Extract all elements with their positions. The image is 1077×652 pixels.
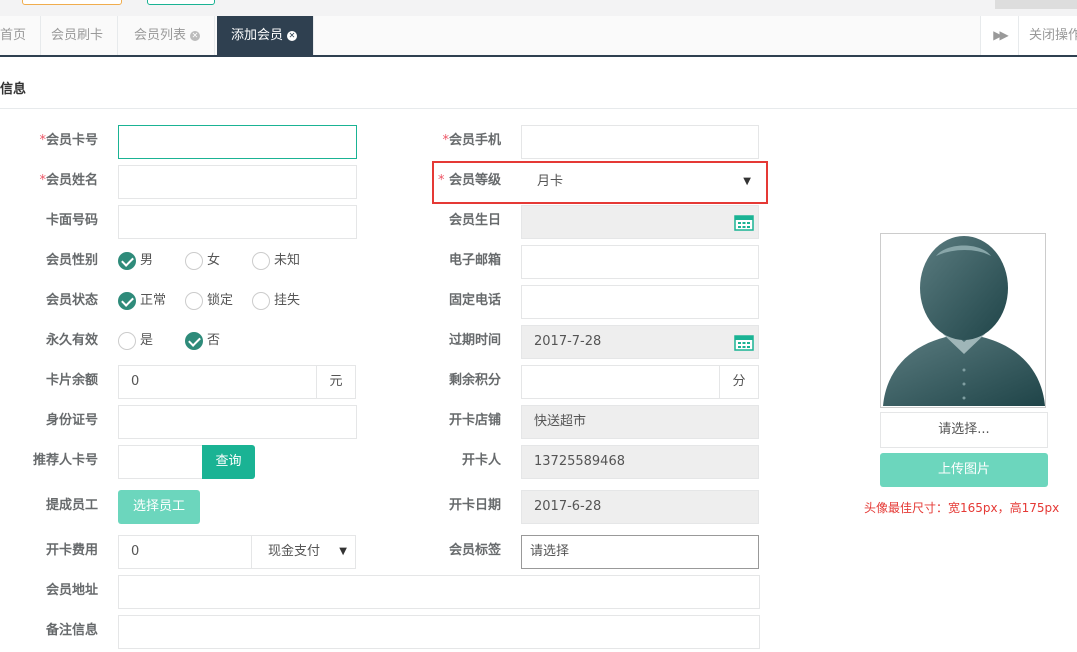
tab-label: 会员刷卡: [51, 28, 104, 43]
tab-member-swipe[interactable]: 会员刷卡: [37, 16, 119, 55]
commission-label: 提成员工: [45, 498, 98, 513]
choose-file-button[interactable]: 请选择...: [880, 412, 1048, 448]
remark-label: 备注信息: [45, 623, 98, 638]
upload-image-button[interactable]: 上传图片: [880, 453, 1048, 487]
address-input[interactable]: [118, 575, 760, 609]
select-staff-button[interactable]: 选择员工: [118, 490, 200, 524]
expire-label: 过期时间: [448, 333, 501, 348]
email-input[interactable]: [521, 245, 759, 279]
status-radio-lost[interactable]: 挂失: [252, 291, 300, 311]
forward-icon[interactable]: ▶▶: [981, 16, 1019, 55]
store-input: 快送超市: [521, 405, 759, 439]
tab-actions: ▶▶ 关闭操作: [980, 16, 1077, 55]
close-operations-button[interactable]: 关闭操作: [1029, 16, 1077, 55]
tag-label: 会员标签: [448, 543, 501, 558]
remark-input[interactable]: [118, 615, 760, 649]
divider: [0, 108, 1077, 109]
email-label: 电子邮箱: [448, 253, 501, 268]
close-icon[interactable]: ✕: [190, 31, 201, 41]
points-input[interactable]: [521, 365, 720, 399]
tel-input[interactable]: [521, 285, 759, 319]
birthday-label: 会员生日: [448, 213, 501, 228]
tab-member-list[interactable]: 会员列表 ✕: [120, 16, 216, 55]
referrer-label: 推荐人卡号: [32, 453, 98, 468]
top-button-green[interactable]: [147, 0, 215, 5]
caret-down-icon: ▼: [339, 546, 347, 557]
card-no-label: *会员卡号: [39, 133, 98, 148]
fee-input[interactable]: 0: [118, 535, 252, 569]
points-unit: 分: [719, 365, 759, 399]
highlight-box: [432, 161, 768, 204]
status-radio-normal[interactable]: 正常: [118, 291, 166, 311]
id-card-label: 身份证号: [45, 413, 98, 428]
section-title: 信息: [0, 82, 27, 97]
address-label: 会员地址: [45, 583, 98, 598]
gender-radio-female[interactable]: 女: [185, 251, 220, 271]
tab-bar: 首页 会员刷卡 会员列表 ✕ 添加会员 ✕: [0, 16, 1077, 57]
referrer-input[interactable]: [118, 445, 203, 479]
open-date-input: 2017-6-28: [521, 490, 759, 524]
phone-label: *会员手机: [442, 133, 501, 148]
face-no-input[interactable]: [118, 205, 357, 239]
pay-method-select[interactable]: 现金支付 ▼: [251, 535, 356, 569]
opener-input: 13725589468: [521, 445, 759, 479]
phone-input[interactable]: [521, 125, 759, 159]
name-label: *会员姓名: [39, 173, 98, 188]
points-label: 剩余积分: [448, 373, 501, 388]
gender-radio-unknown[interactable]: 未知: [252, 251, 300, 271]
store-label: 开卡店铺: [448, 413, 501, 428]
status-label: 会员状态: [45, 293, 98, 308]
avatar-placeholder-icon: [883, 236, 1045, 406]
tab-label: 会员列表: [134, 28, 187, 43]
tab-label: 首页: [0, 28, 27, 43]
tab-label: 添加会员: [231, 28, 284, 43]
tab-home[interactable]: 首页: [0, 16, 42, 55]
avatar-preview: [880, 233, 1046, 408]
card-no-input[interactable]: [118, 125, 357, 159]
top-right-button[interactable]: [995, 0, 1077, 9]
open-date-label: 开卡日期: [448, 498, 501, 513]
opener-label: 开卡人: [461, 453, 501, 468]
gender-radio-male[interactable]: 男: [118, 251, 153, 271]
birthday-input[interactable]: [521, 205, 759, 239]
fee-label: 开卡费用: [45, 543, 98, 558]
tel-label: 固定电话: [448, 293, 501, 308]
expire-input[interactable]: 2017-7-28: [521, 325, 759, 359]
name-input[interactable]: [118, 165, 357, 199]
tag-select[interactable]: 请选择: [521, 535, 759, 569]
face-no-label: 卡面号码: [45, 213, 98, 228]
balance-label: 卡片余额: [45, 373, 98, 388]
avatar-size-hint: 头像最佳尺寸：宽165px，高175px: [864, 501, 1060, 515]
query-button[interactable]: 查询: [202, 445, 255, 479]
permanent-radio-yes[interactable]: 是: [118, 331, 153, 351]
tab-add-member[interactable]: 添加会员 ✕: [217, 16, 314, 55]
calendar-icon[interactable]: [734, 334, 754, 351]
balance-unit: 元: [316, 365, 356, 399]
id-card-input[interactable]: [118, 405, 357, 439]
status-radio-locked[interactable]: 锁定: [185, 291, 233, 311]
top-button-orange[interactable]: [22, 0, 122, 5]
permanent-label: 永久有效: [45, 333, 98, 348]
balance-input[interactable]: 0: [118, 365, 317, 399]
calendar-icon[interactable]: [734, 214, 754, 231]
gender-label: 会员性别: [45, 253, 98, 268]
close-icon[interactable]: ✕: [287, 31, 298, 41]
permanent-radio-no[interactable]: 否: [185, 331, 220, 351]
